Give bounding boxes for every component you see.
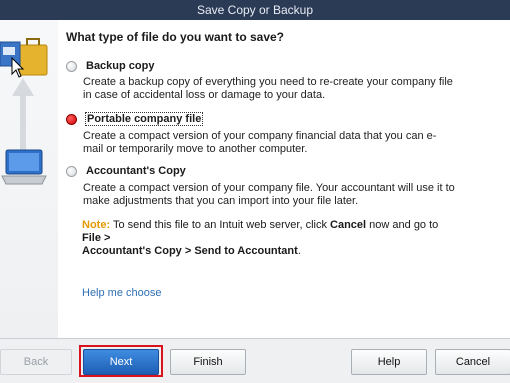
cancel-button[interactable]: Cancel: [435, 349, 510, 375]
backup-illustration: [0, 38, 48, 185]
note-file: File >: [82, 232, 111, 244]
note-path: Accountant's Copy > Send to Accountant: [82, 245, 298, 257]
illustration-panel: [0, 20, 59, 338]
portable-company-file-description: Create a compact version of your company…: [83, 130, 437, 155]
accountants-copy-label[interactable]: Accountant's Copy: [86, 165, 186, 177]
portable-company-file-label[interactable]: Portable company file: [84, 112, 204, 126]
note-end: .: [297, 245, 301, 257]
window-title-bar: Save Copy or Backup: [0, 0, 510, 20]
note-text-1: To send this file to an Intuit web serve…: [112, 219, 327, 231]
wizard-content: What type of file do you want to save? B…: [58, 20, 510, 338]
briefcase-icon: [18, 38, 48, 76]
wizard-footer: Back Next Finish Help Cancel: [0, 338, 510, 383]
note-cancel: Cancel: [330, 219, 367, 231]
note-text-2: now and go to: [369, 219, 439, 231]
note-text: Note: To send this file to an Intuit web…: [82, 219, 442, 258]
backup-copy-label[interactable]: Backup copy: [86, 60, 154, 72]
note-label: Note:: [82, 219, 111, 231]
back-button[interactable]: Back: [0, 349, 72, 375]
window-title: Save Copy or Backup: [196, 3, 314, 17]
help-me-choose-link[interactable]: Help me choose: [82, 287, 162, 299]
accountants-copy-radio[interactable]: [66, 166, 77, 177]
finish-button[interactable]: Finish: [170, 349, 246, 375]
backup-copy-radio[interactable]: [66, 61, 77, 72]
help-button[interactable]: Help: [351, 349, 427, 375]
laptop-icon: [1, 149, 47, 185]
backup-copy-description: Create a backup copy of everything you n…: [83, 76, 453, 101]
portable-company-file-radio[interactable]: [66, 114, 77, 125]
next-button[interactable]: Next: [83, 349, 159, 375]
page-question: What type of file do you want to save?: [66, 30, 285, 44]
accountants-copy-description: Create a compact version of your company…: [83, 182, 455, 207]
